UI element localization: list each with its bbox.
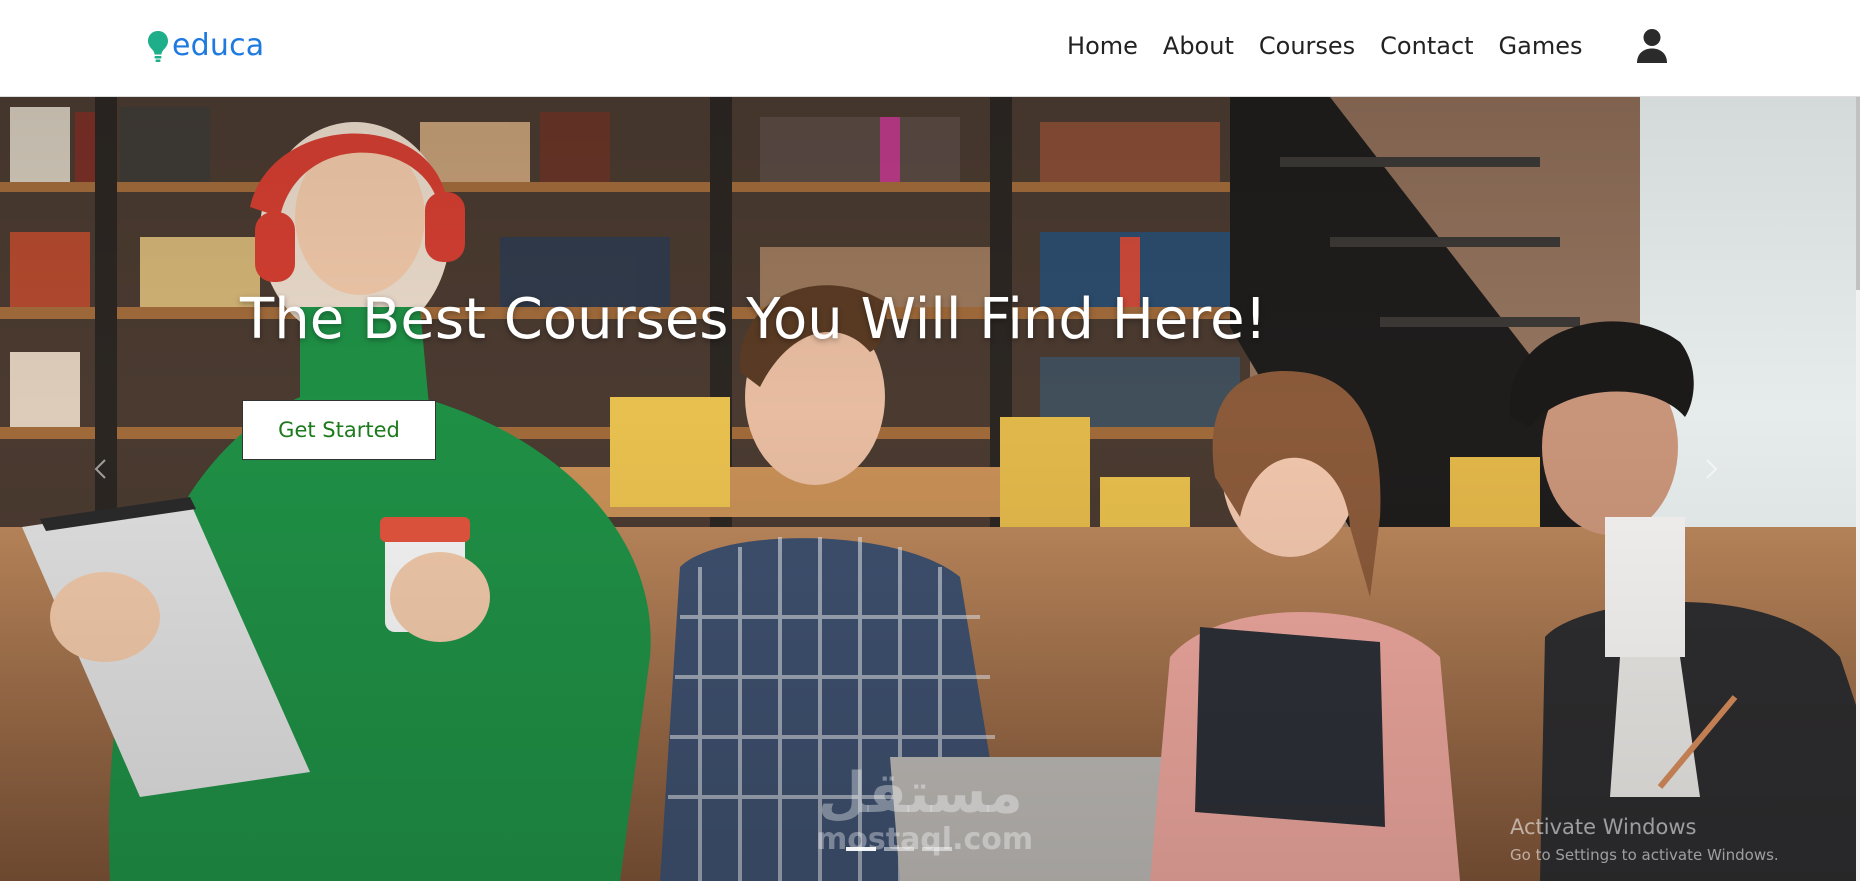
hero-background-image <box>0 97 1860 881</box>
carousel-indicator-3[interactable] <box>922 847 952 851</box>
carousel-indicator-2[interactable] <box>884 847 914 851</box>
carousel-prev-button[interactable] <box>85 449 115 489</box>
page-scrollbar[interactable] <box>1856 0 1860 881</box>
carousel-indicators <box>846 847 952 851</box>
user-icon[interactable] <box>1636 28 1668 64</box>
nav-link-home[interactable]: Home <box>1055 28 1151 64</box>
carousel-next-button[interactable] <box>1697 449 1727 489</box>
activation-subtitle: Go to Settings to activate Windows. <box>1510 846 1779 864</box>
main-nav: Home About Courses Contact Games <box>1055 28 1595 64</box>
get-started-button[interactable]: Get Started <box>242 400 436 460</box>
chevron-right-icon <box>1706 459 1718 479</box>
hero-title: The Best Courses You Will Find Here! <box>240 287 1267 352</box>
logo-text: educa <box>172 28 265 63</box>
navbar: educa Home About Courses Contact Games <box>0 0 1860 97</box>
hero-carousel: The Best Courses You Will Find Here! Get… <box>0 97 1860 881</box>
logo[interactable]: educa <box>145 28 264 64</box>
windows-activation-notice: Activate Windows Go to Settings to activ… <box>1510 814 1779 866</box>
carousel-indicator-1[interactable] <box>846 847 876 851</box>
lightbulb-icon <box>148 31 168 62</box>
chevron-left-icon <box>94 459 106 479</box>
nav-link-about[interactable]: About <box>1150 28 1246 64</box>
activation-title: Activate Windows <box>1510 815 1697 839</box>
nav-link-contact[interactable]: Contact <box>1368 28 1486 64</box>
nav-link-games[interactable]: Games <box>1486 28 1595 64</box>
nav-link-courses[interactable]: Courses <box>1246 28 1367 64</box>
